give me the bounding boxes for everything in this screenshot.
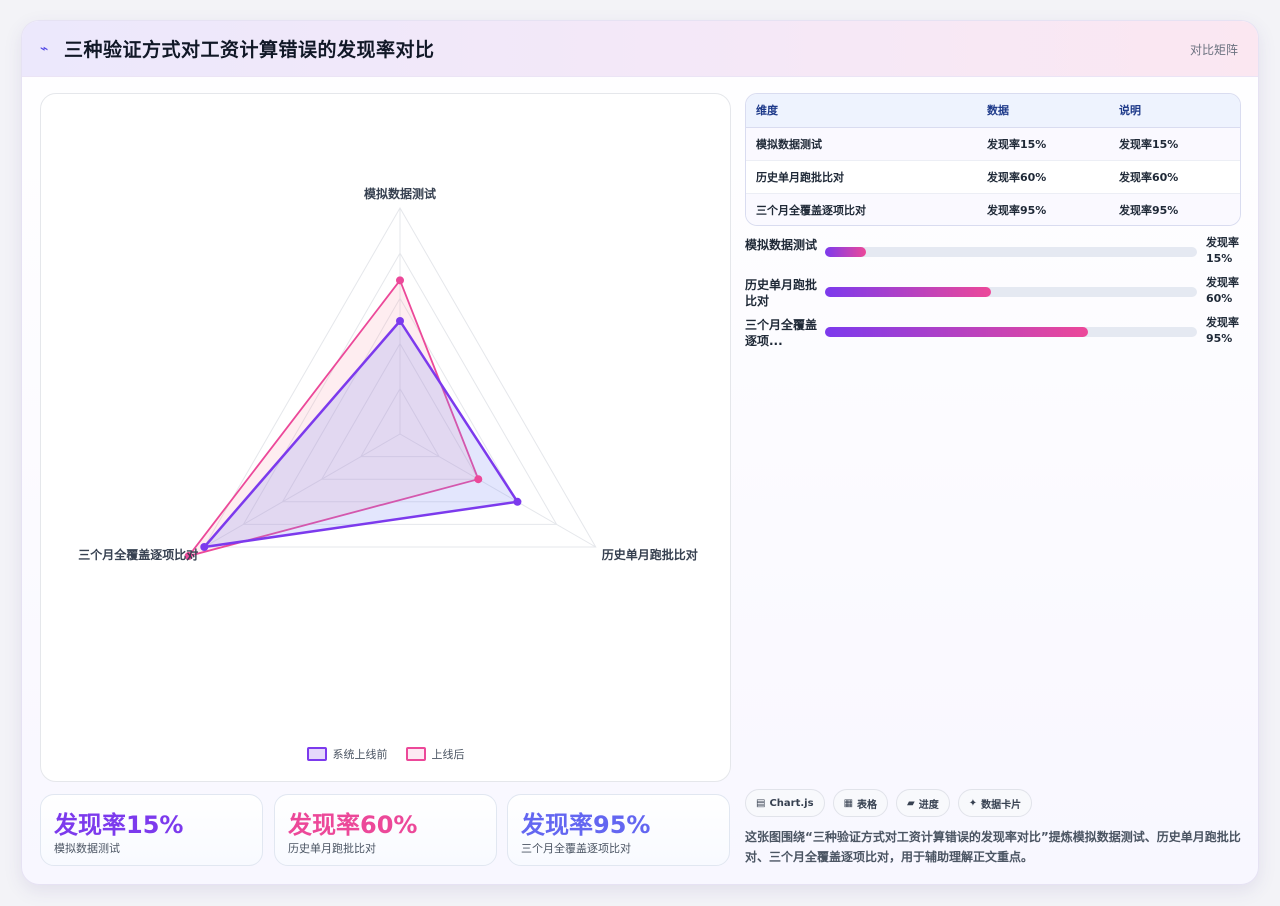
legend-label-before: 系统上线前 — [332, 748, 388, 761]
stat-card-2: 发现率60% 历史单月跑批比对 — [274, 794, 497, 866]
table-header-data: 数据 — [977, 94, 1109, 128]
progress-value: 发现率15% — [1206, 236, 1239, 265]
axis-label: 模拟数据测试 — [364, 186, 436, 201]
progress-fill — [825, 247, 866, 257]
progress-label: 历史单月跑批比对 — [745, 278, 818, 308]
chip-progress[interactable]: ▰ 进度 — [896, 789, 950, 817]
page-title: 三种验证方式对工资计算错误的发现率对比 — [64, 39, 435, 61]
stat-value-1: 发现率15% — [54, 811, 184, 839]
progress-value: 发现率60% — [1206, 276, 1239, 305]
main-card: ⌁ 三种验证方式对工资计算错误的发现率对比 对比矩阵 模拟数据测试 历史单月跑批比… — [21, 20, 1259, 885]
table-cell: 模拟数据测试 — [746, 127, 977, 161]
progress-row-2: 历史单月跑批比对 发现率60% — [745, 276, 1242, 317]
stat-label-2: 历史单月跑批比对 — [288, 842, 376, 855]
table-row: 三个月全覆盖逐项比对 发现率95% 发现率95% — [746, 193, 1240, 225]
progress-label: 模拟数据测试 — [745, 238, 818, 252]
chip-label: 数据卡片 — [981, 799, 1022, 811]
table-cell: 发现率95% — [1109, 193, 1240, 225]
legend-swatch-after — [405, 747, 426, 761]
radar-chart: 模拟数据测试历史单月跑批比对 三个月全覆盖逐项比对 — [78, 186, 698, 562]
table-icon: ▦ — [843, 797, 854, 809]
data-point — [396, 276, 404, 285]
table-cell: 三个月全覆盖逐项比对 — [746, 193, 977, 225]
progress-label: 三个月全覆盖逐项... — [745, 318, 818, 348]
stat-card-1: 发现率15% 模拟数据测试 — [40, 794, 263, 866]
progress-fill — [825, 287, 991, 297]
progress-row-3: 三个月全覆盖逐项... 发现率95% — [745, 316, 1242, 357]
sparkle-icon: ⌁ — [40, 41, 49, 57]
table-cell: 历史单月跑批比对 — [746, 160, 977, 194]
legend-item-before[interactable]: 系统上线前 — [306, 746, 388, 762]
table-row: 模拟数据测试 发现率15% 发现率15% — [746, 127, 1240, 161]
table-header-row: 维度 数据 说明 — [746, 94, 1240, 128]
table-cell: 发现率95% — [977, 193, 1109, 225]
legend-swatch-before — [306, 747, 327, 761]
table-header-dimension: 维度 — [746, 94, 977, 128]
stat-value-3: 发现率95% — [521, 811, 651, 839]
progress-value: 发现率95% — [1206, 316, 1239, 345]
chip-label: Chart.js — [769, 797, 814, 809]
stat-label-1: 模拟数据测试 — [54, 842, 120, 855]
data-point — [396, 317, 404, 325]
data-point — [200, 543, 209, 551]
chip-table[interactable]: ▦ 表格 — [832, 789, 889, 817]
chart-icon: ▤ — [756, 797, 766, 809]
table-row: 历史单月跑批比对 发现率60% 发现率60% — [746, 160, 1240, 194]
stat-card-3: 发现率95% 三个月全覆盖逐项比对 — [507, 794, 730, 866]
sparkle-icon: ✦ — [968, 797, 978, 809]
data-point — [513, 497, 522, 506]
chip-chartjs[interactable]: ▤ Chart.js — [745, 789, 825, 817]
data-point — [474, 475, 483, 484]
axis-label: 三个月全覆盖逐项比对 — [78, 547, 198, 562]
chart-legend: 系统上线前 上线后 — [41, 746, 730, 762]
table-cell: 发现率60% — [1109, 160, 1240, 194]
chip-datacard[interactable]: ✦ 数据卡片 — [957, 789, 1033, 817]
table-cell: 发现率15% — [977, 127, 1109, 161]
stat-value-2: 发现率60% — [288, 811, 418, 839]
table-header-note: 说明 — [1109, 94, 1240, 128]
chip-label: 进度 — [918, 799, 939, 811]
axis-label: 历史单月跑批比对 — [602, 547, 698, 562]
comparison-table: 维度 数据 说明 模拟数据测试 发现率15% 发现率15% 历史单月跑批比对 发… — [745, 93, 1241, 226]
progress-track — [825, 287, 1197, 297]
radar-chart-panel: 模拟数据测试历史单月跑批比对 三个月全覆盖逐项比对 系统上线前 上线后 — [40, 93, 731, 782]
progress-track — [825, 247, 1197, 257]
chip-label: 表格 — [857, 799, 878, 811]
table-cell: 发现率60% — [977, 160, 1109, 194]
table-cell: 发现率15% — [1109, 127, 1240, 161]
header: ⌁ 三种验证方式对工资计算错误的发现率对比 对比矩阵 — [22, 21, 1258, 77]
progress-fill — [825, 327, 1088, 337]
tech-chips: ▤ Chart.js ▦ 表格 ▰ 进度 ✦ 数据卡片 — [745, 789, 1033, 817]
legend-label-after: 上线后 — [431, 748, 465, 761]
progress-icon: ▰ — [907, 797, 915, 809]
legend-item-after[interactable]: 上线后 — [405, 746, 465, 762]
view-tag: 对比矩阵 — [1189, 43, 1238, 57]
description-note: 这张图围绕“三种验证方式对工资计算错误的发现率对比”提炼模拟数据测试、历史单月跑… — [745, 830, 1241, 864]
progress-track — [825, 327, 1197, 337]
progress-row-1: 模拟数据测试 发现率15% — [745, 236, 1242, 277]
progress-bars: 模拟数据测试 发现率15% 历史单月跑批比对 发现率60% 三个月全覆盖逐项..… — [745, 236, 1242, 357]
stat-label-3: 三个月全覆盖逐项比对 — [521, 842, 631, 855]
